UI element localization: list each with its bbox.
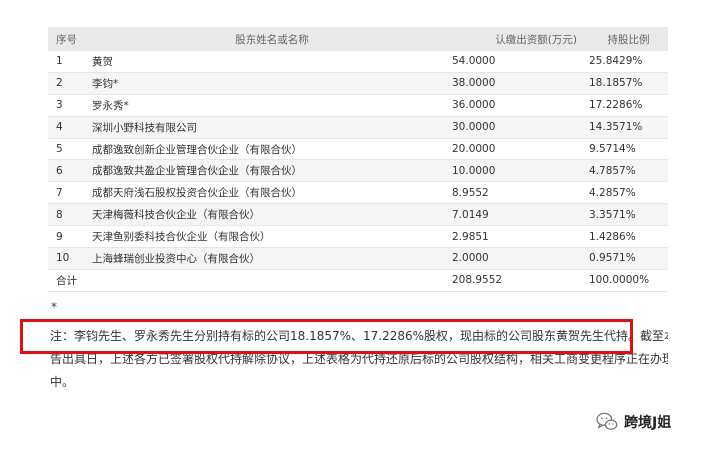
- header-capital: 认缴出资额(万元): [452, 27, 589, 51]
- watermark-text: 跨境J姐: [624, 415, 672, 431]
- footnote-marker: *: [51, 300, 57, 314]
- highlight-box: [20, 319, 633, 354]
- cell-name: 上海蜂瑞创业投资中心（有限合伙）: [92, 247, 452, 270]
- cell-no: 9: [48, 225, 92, 249]
- cell-name: 成都逸致共盈企业管理合伙企业（有限合伙）: [92, 159, 452, 183]
- cell-capital: 10.0000: [452, 159, 589, 183]
- table-row: 5 成都逸致创新企业管理合伙企业（有限合伙） 20.0000 9.5714%: [48, 138, 668, 161]
- cell-capital: 36.0000: [452, 94, 589, 117]
- header-name: 股东姓名或名称: [92, 27, 452, 51]
- cell-capital: 8.9552: [452, 181, 589, 205]
- table-row: 9 天津鱼别委科技合伙企业（有限合伙） 2.9851 1.4286%: [48, 225, 668, 249]
- cell-capital: 30.0000: [452, 116, 589, 139]
- cell-name: 黄贺: [92, 51, 452, 73]
- cell-no: 7: [48, 181, 92, 205]
- cell-no: 10: [48, 247, 92, 270]
- cell-no: 合计: [48, 269, 92, 292]
- cell-name: 天津梅薇科技合伙企业（有限合伙）: [92, 203, 452, 227]
- cell-capital: 20.0000: [452, 138, 589, 161]
- cell-ratio: 4.2857%: [589, 181, 668, 205]
- table-row: 10 上海蜂瑞创业投资中心（有限合伙） 2.0000 0.9571%: [48, 247, 668, 270]
- cell-name: 罗永秀*: [92, 94, 452, 117]
- cell-ratio: 4.7857%: [589, 159, 668, 183]
- table-total-row: 合计 208.9552 100.0000%: [48, 269, 668, 292]
- cell-name: 李钧*: [92, 72, 452, 95]
- table-row: 7 成都天府浅石股权投资合伙企业（有限合伙） 8.9552 4.2857%: [48, 181, 668, 205]
- shareholder-table: 序号 股东姓名或名称 认缴出资额(万元) 持股比例 1 黄贺 54.0000 2…: [48, 27, 668, 292]
- cell-name: 成都天府浅石股权投资合伙企业（有限合伙）: [92, 181, 452, 205]
- table-header: 序号 股东姓名或名称 认缴出资额(万元) 持股比例: [48, 27, 668, 51]
- table-row: 6 成都逸致共盈企业管理合伙企业（有限合伙） 10.0000 4.7857%: [48, 159, 668, 183]
- cell-ratio: 1.4286%: [589, 225, 668, 249]
- cell-capital: 54.0000: [452, 51, 589, 73]
- watermark: 跨境J姐: [596, 412, 671, 432]
- cell-capital: 208.9552: [452, 269, 589, 292]
- cell-ratio: 25.8429%: [589, 51, 668, 73]
- cell-ratio: 0.9571%: [589, 247, 668, 270]
- cell-no: 8: [48, 203, 92, 227]
- table-row: 3 罗永秀* 36.0000 17.2286%: [48, 94, 668, 117]
- cell-ratio: 18.1857%: [589, 72, 668, 95]
- cell-ratio: 17.2286%: [589, 94, 668, 117]
- cell-capital: 7.0149: [452, 203, 589, 227]
- cell-ratio: 9.5714%: [589, 138, 668, 161]
- cell-capital: 38.0000: [452, 72, 589, 95]
- note-line-3: 中。: [50, 375, 75, 389]
- cell-ratio: 100.0000%: [589, 269, 668, 292]
- cell-no: 1: [48, 51, 92, 73]
- table-row: 1 黄贺 54.0000 25.8429%: [48, 51, 668, 73]
- shareholder-table-container: 序号 股东姓名或名称 认缴出资额(万元) 持股比例 1 黄贺 54.0000 2…: [48, 27, 668, 292]
- cell-no: 2: [48, 72, 92, 95]
- header-ratio: 持股比例: [589, 27, 668, 51]
- cell-no: 6: [48, 159, 92, 183]
- cell-name: 天津鱼别委科技合伙企业（有限合伙）: [92, 225, 452, 249]
- cell-capital: 2.0000: [452, 247, 589, 270]
- cell-capital: 2.9851: [452, 225, 589, 249]
- table-body: 1 黄贺 54.0000 25.8429% 2 李钧* 38.0000 18.1…: [48, 51, 668, 292]
- table-row: 4 深圳小野科技有限公司 30.0000 14.3571%: [48, 116, 668, 139]
- header-no: 序号: [48, 27, 92, 51]
- table-row: 8 天津梅薇科技合伙企业（有限合伙） 7.0149 3.3571%: [48, 203, 668, 227]
- cell-no: 5: [48, 138, 92, 161]
- cell-ratio: 14.3571%: [589, 116, 668, 139]
- cell-no: 3: [48, 94, 92, 117]
- cell-ratio: 3.3571%: [589, 203, 668, 227]
- cell-name: 深圳小野科技有限公司: [92, 116, 452, 139]
- cell-name: 成都逸致创新企业管理合伙企业（有限合伙）: [92, 138, 452, 161]
- wechat-icon: [596, 412, 618, 430]
- header-row: 序号 股东姓名或名称 认缴出资额(万元) 持股比例: [48, 27, 668, 51]
- cell-no: 4: [48, 116, 92, 139]
- cell-name: [92, 269, 452, 292]
- table-row: 2 李钧* 38.0000 18.1857%: [48, 72, 668, 95]
